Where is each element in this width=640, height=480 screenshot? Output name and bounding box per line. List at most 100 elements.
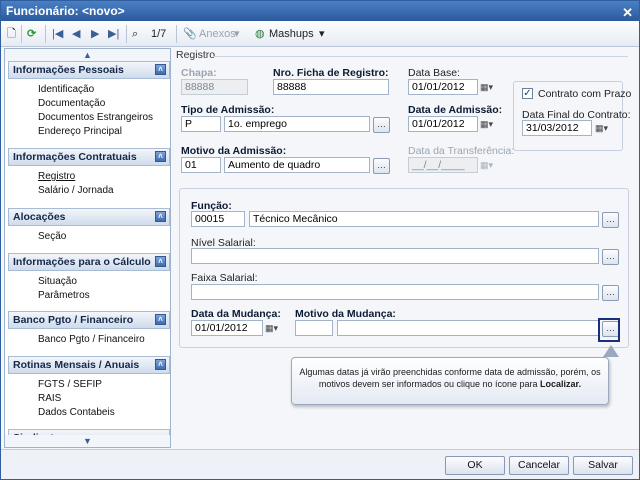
sidebar-item-secao[interactable]: Seção	[38, 230, 66, 243]
calendar-icon: ▦▾	[480, 160, 494, 170]
collapse-icon[interactable]: ˄	[155, 314, 166, 325]
sidebar-item-registro[interactable]: Registro	[38, 170, 75, 183]
section-title: Registro	[176, 49, 216, 61]
data-transferencia-field: __/__/____	[408, 157, 478, 173]
toolbar: 🗋 ⟳ |◀ ◀ ▶ ▶| ⌕ 1/7 📎 Anexos ▾ ◍ Mashups…	[1, 21, 639, 47]
anexos-button[interactable]: Anexos	[199, 26, 236, 42]
employee-window: Funcionário: <novo> ✕ 🗋 ⟳ |◀ ◀ ▶ ▶| ⌕ 1/…	[0, 0, 640, 480]
calendar-icon[interactable]: ▦▾	[265, 320, 287, 336]
collapse-icon[interactable]: ˄	[155, 64, 166, 75]
contrato-prazo-label: Contrato com Prazo	[538, 88, 632, 100]
sidebar-section-informacoes-contratuais[interactable]: Informações Contratuais ˄	[8, 148, 170, 166]
chapa-field: 88888	[181, 79, 248, 95]
data-final-contrato-field[interactable]: 31/03/2012	[522, 120, 592, 136]
footer-bar: OK Cancelar Salvar	[1, 449, 639, 479]
contrato-prazo-checkbox[interactable]: ✓	[522, 88, 533, 99]
paperclip-icon: 📎	[183, 28, 197, 40]
toolbar-separator	[45, 25, 46, 43]
tipo-admissao-code-field[interactable]: P	[181, 116, 221, 132]
mashups-button[interactable]: Mashups	[269, 26, 314, 42]
data-base-field[interactable]: 01/01/2012	[408, 79, 478, 95]
sidebar-item-identificacao[interactable]: Identificação	[38, 83, 94, 96]
sidebar-section-banco-pgto[interactable]: Banco Pgto / Financeiro ˄	[8, 311, 170, 329]
motivo-mudanca-desc-field	[337, 320, 599, 336]
sidebar-section-informacoes-pessoais[interactable]: Informações Pessoais ˄	[8, 61, 170, 79]
ficha-registro-field[interactable]: 88888	[273, 79, 389, 95]
collapse-icon[interactable]: ˄	[155, 211, 166, 222]
toolbar-separator	[176, 25, 177, 43]
lookup-button[interactable]: …	[602, 249, 619, 265]
chevron-down-icon: ▾	[234, 28, 240, 40]
tipo-admissao-desc-field: 1o. emprego	[224, 116, 370, 132]
help-tooltip: Algumas datas já virão preenchidas confo…	[291, 357, 609, 405]
funcao-code-field[interactable]: 00015	[191, 211, 245, 227]
data-mudanca-label: Data da Mudança:	[191, 308, 281, 320]
sidebar-item-fgts-sefip[interactable]: FGTS / SEFIP	[38, 378, 102, 391]
sidebar-item-banco-pgto-financeiro[interactable]: Banco Pgto / Financeiro	[38, 333, 145, 346]
scroll-down-icon[interactable]: ▼	[5, 435, 170, 447]
new-record-icon[interactable]: 🗋	[7, 26, 16, 42]
lookup-highlight	[598, 318, 620, 342]
chevron-down-icon[interactable]: ▾	[319, 26, 325, 42]
sidebar-item-dados-contabeis[interactable]: Dados Contabeis	[38, 406, 115, 419]
nivel-salarial-field[interactable]	[191, 248, 599, 264]
next-record-icon[interactable]: ▶	[91, 26, 99, 42]
save-button[interactable]: Salvar	[573, 456, 633, 475]
registro-form: Registro Chapa: 88888 Nro. Ficha de Regi…	[173, 48, 637, 448]
toolbar-separator	[126, 25, 127, 43]
last-record-icon[interactable]: ▶|	[108, 26, 119, 42]
previous-record-icon[interactable]: ◀	[72, 26, 80, 42]
sidebar-section-title: Alocações	[13, 211, 66, 223]
faixa-salarial-field[interactable]	[191, 284, 599, 300]
lookup-button[interactable]: …	[602, 285, 619, 301]
data-admissao-field[interactable]: 01/01/2012	[408, 116, 478, 132]
globe-icon: ◍	[255, 28, 265, 40]
data-base-label: Data Base:	[408, 67, 460, 79]
lookup-button[interactable]: …	[602, 212, 619, 228]
calendar-icon[interactable]: ▦▾	[480, 116, 502, 132]
data-mudanca-field[interactable]: 01/01/2012	[191, 320, 263, 336]
sidebar-section-alocacoes[interactable]: Alocações ˄	[8, 208, 170, 226]
tipo-admissao-label: Tipo de Admissão:	[181, 104, 275, 116]
sidebar-item-endereco-principal[interactable]: Endereço Principal	[38, 125, 122, 138]
lookup-button[interactable]: …	[373, 117, 390, 133]
cancel-button[interactable]: Cancelar	[509, 456, 569, 475]
motivo-mudanca-label: Motivo da Mudança:	[295, 308, 396, 320]
refresh-icon[interactable]: ⟳	[27, 26, 36, 42]
tooltip-bold-text: Localizar.	[540, 379, 582, 389]
calendar-icon[interactable]: ▦▾	[595, 120, 617, 136]
binoculars-icon[interactable]: ⌕	[132, 26, 138, 42]
ok-button[interactable]: OK	[445, 456, 505, 475]
lookup-button[interactable]: …	[373, 158, 390, 174]
toolbar-separator	[21, 25, 22, 43]
sidebar-item-situacao[interactable]: Situação	[38, 275, 77, 288]
sidebar: ▲ Informações Pessoais ˄ Identificação D…	[4, 48, 171, 448]
sidebar-section-title: Banco Pgto / Financeiro	[13, 314, 134, 326]
motivo-admissao-label: Motivo da Admissão:	[181, 145, 287, 157]
window-title: Funcionário: <novo>	[6, 4, 125, 18]
sidebar-item-documentos-estrangeiros[interactable]: Documentos Estrangeiros	[38, 111, 153, 124]
sidebar-item-salario-jornada[interactable]: Salário / Jornada	[38, 184, 114, 197]
sidebar-section-informacoes-calculo[interactable]: Informações para o Cálculo ˄	[8, 253, 170, 271]
section-divider	[213, 56, 628, 57]
sidebar-section-title: Rotinas Mensais / Anuais	[13, 359, 140, 371]
sidebar-item-documentacao[interactable]: Documentação	[38, 97, 105, 110]
collapse-icon[interactable]: ˄	[155, 151, 166, 162]
title-bar: Funcionário: <novo> ✕	[1, 1, 639, 21]
record-counter: 1/7	[151, 28, 167, 40]
close-icon[interactable]: ✕	[622, 3, 633, 23]
sidebar-section-title: Informações para o Cálculo	[13, 256, 151, 268]
sidebar-item-parametros[interactable]: Parâmetros	[38, 289, 90, 302]
calendar-icon[interactable]: ▦▾	[480, 79, 502, 95]
tooltip-arrow	[603, 345, 619, 357]
data-transferencia-label: Data da Transferência:	[408, 145, 515, 157]
sidebar-section-rotinas-mensais[interactable]: Rotinas Mensais / Anuais ˄	[8, 356, 170, 374]
collapse-icon[interactable]: ˄	[155, 256, 166, 267]
first-record-icon[interactable]: |◀	[52, 26, 63, 42]
scroll-up-icon[interactable]: ▲	[5, 49, 170, 61]
collapse-icon[interactable]: ˄	[155, 359, 166, 370]
motivo-mudanca-code-field[interactable]	[295, 320, 333, 336]
data-admissao-label: Data de Admissão:	[408, 104, 503, 116]
motivo-admissao-code-field[interactable]: 01	[181, 157, 221, 173]
sidebar-item-rais[interactable]: RAIS	[38, 392, 61, 405]
